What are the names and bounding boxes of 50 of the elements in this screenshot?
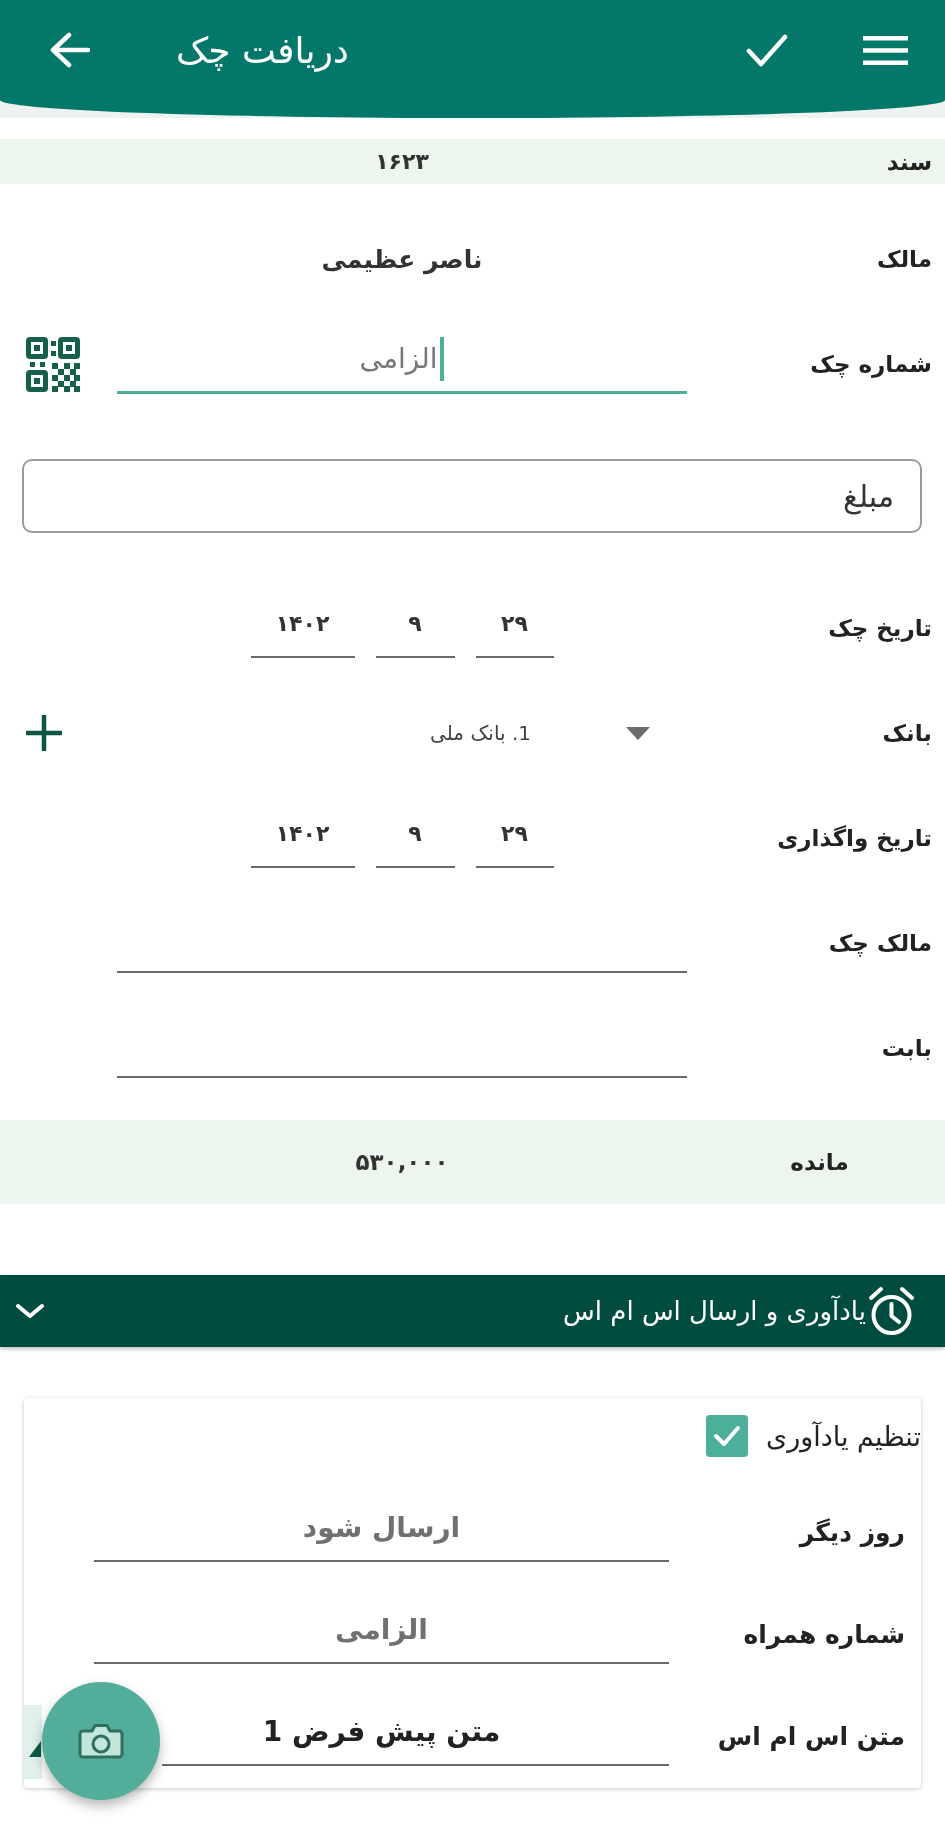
confirm-button[interactable] [746,32,788,68]
date-field[interactable]: ۲۹ [475,808,554,868]
alarm-clock-icon [868,1286,915,1336]
balance-label: مانده [789,1149,849,1175]
date-field[interactable]: ۱۴۰۲ [250,808,355,868]
screen-title: دریافت چک [176,29,349,71]
input-field[interactable]: الزامی [117,334,687,394]
section-title: یادآوری و ارسال اس ام اس [563,1296,866,1326]
checkbox[interactable] [706,1415,748,1457]
camera-icon [78,1723,124,1759]
chevron-down-icon [15,1303,45,1319]
checkmark-icon [713,1425,741,1447]
wedge-icon [24,1705,42,1779]
menu-button[interactable] [863,35,908,65]
date-field[interactable]: ۹ [375,598,455,658]
field-label: بابت [880,1035,932,1061]
checkbox-label: تنظیم یادآوری [766,1420,921,1452]
outlined-input-field[interactable]: مبلغ [22,459,922,533]
date-field[interactable]: ۱۴۰۲ [250,598,355,658]
field-label: بانک [881,720,932,746]
add-button[interactable] [26,715,62,751]
collapse-button[interactable] [15,1303,45,1319]
date-field[interactable]: ۲۹ [475,598,554,658]
check-icon [746,32,788,68]
field-label: روز دیگر [797,1517,905,1547]
caret-down-icon [626,726,650,740]
back-button[interactable] [48,32,90,68]
field-label: تاریخ چک [827,615,932,641]
section-header[interactable]: یادآوری و ارسال اس ام اس [0,1275,945,1347]
qr-code-icon [26,336,80,392]
date-field[interactable]: ۹ [375,808,455,868]
menu-icon [863,35,908,65]
bank-dropdown[interactable]: 1. بانک ملی [117,703,687,763]
field-label: شماره همراه [742,1619,905,1649]
balance-value: ۵۳۰,۰۰۰ [355,1149,449,1175]
input-field[interactable]: ارسال شود [94,1502,669,1562]
field-label: متن اس ام اس [716,1721,905,1751]
input-field[interactable]: متن پیش فرض 1 [162,1706,669,1766]
scan-button[interactable] [26,336,80,392]
field-value: ناصر عظیمی [321,244,483,274]
input-field[interactable]: الزامی [94,1604,669,1664]
field-label: مالک چک [827,930,932,956]
field-label: شماره چک [809,351,932,377]
field-label: تاریخ واگذاری [776,825,932,851]
plus-icon [26,715,62,751]
document-number: ۱۶۲۳ [375,149,429,174]
field-label: سند [885,148,932,175]
text-cursor-icon [440,336,445,381]
field-label: مالک [875,246,932,272]
back-arrow-icon [48,32,90,68]
